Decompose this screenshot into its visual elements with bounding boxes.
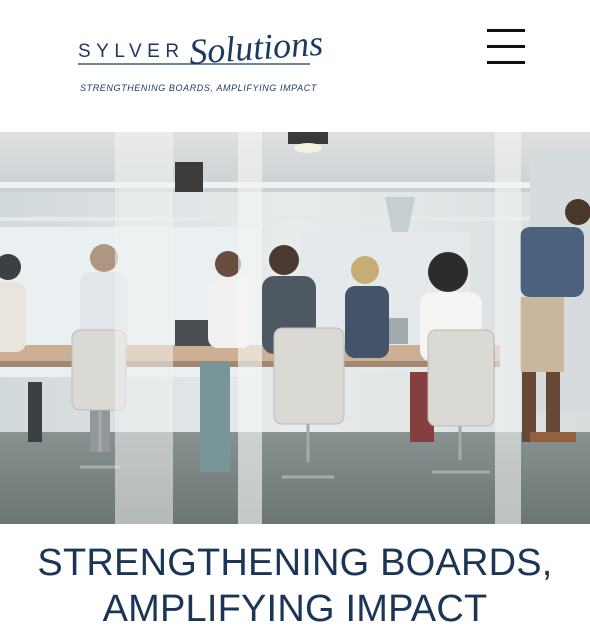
logo-mark: SYLVER Solutions (78, 23, 324, 72)
site-header: SYLVER Solutions STRENGTHENING BOARDS, A… (0, 0, 590, 132)
hero-headline: STRENGTHENING BOARDS, AMPLIFYING IMPACT (0, 540, 590, 632)
site-logo[interactable]: SYLVER Solutions STRENGTHENING BOARDS, A… (78, 22, 338, 98)
hamburger-menu-button[interactable] (484, 27, 528, 67)
logo-wordmark-prefix: SYLVER (78, 41, 185, 62)
logo-tagline: STRENGTHENING BOARDS, AMPLIFYING IMPACT (80, 83, 317, 93)
page: SYLVER Solutions STRENGTHENING BOARDS, A… (0, 0, 590, 640)
headline-line-1: STRENGTHENING BOARDS, (37, 542, 553, 584)
office-meeting-photo (0, 132, 590, 524)
hero-image (0, 132, 590, 524)
headline-line-2: AMPLIFYING IMPACT (102, 588, 488, 630)
